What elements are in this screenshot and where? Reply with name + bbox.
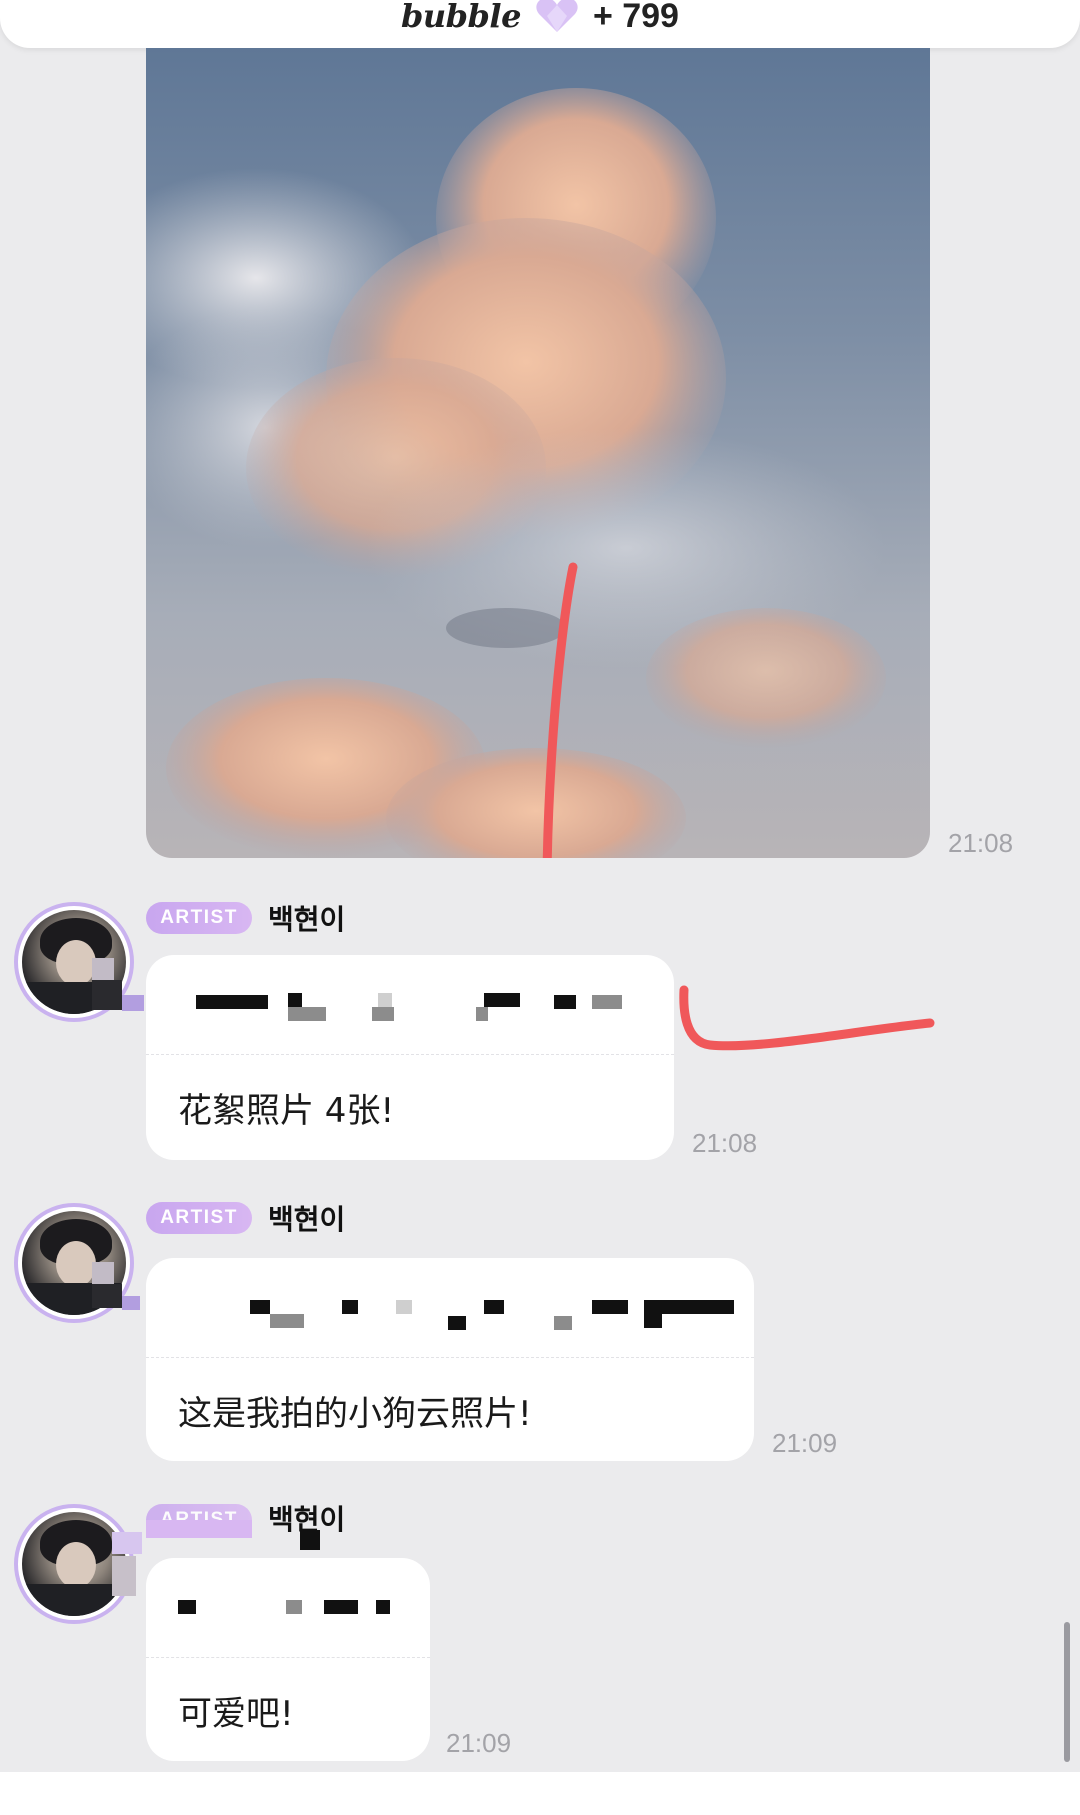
message-bubble[interactable]: 花絮照片 4张! <box>146 955 674 1160</box>
original-text-redacted <box>146 1558 430 1658</box>
sender-name: 백현이 <box>268 1203 346 1236</box>
message-text: 花絮照片 4张! <box>178 1091 395 1131</box>
message-timestamp: 21:08 <box>692 1128 758 1158</box>
scrollbar[interactable] <box>1064 1622 1070 1762</box>
original-text-redacted <box>146 955 674 1055</box>
artist-badge: ARTIST <box>146 1202 252 1234</box>
artist-badge: ARTIST <box>146 902 252 934</box>
message-timestamp: 21:09 <box>772 1428 838 1458</box>
original-text-redacted <box>146 1258 754 1358</box>
message-text: 这是我拍的小狗云照片! <box>178 1394 532 1434</box>
bottom-strip <box>0 1772 1080 1815</box>
message-bubble[interactable]: 可爱吧! <box>146 1558 430 1761</box>
sender-name: 백현이 <box>268 903 346 936</box>
message-text: 可爱吧! <box>178 1694 294 1734</box>
message-timestamp: 21:09 <box>446 1728 512 1758</box>
message-bubble[interactable]: 这是我拍的小狗云照片! <box>146 1258 754 1461</box>
